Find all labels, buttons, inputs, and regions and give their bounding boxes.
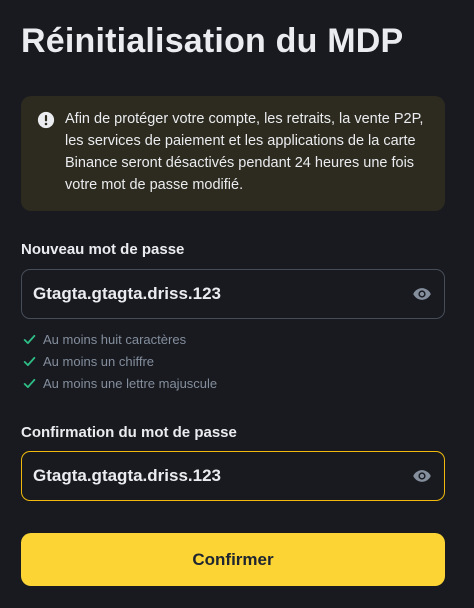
check-icon (23, 378, 36, 388)
requirement-text: Au moins huit caractères (43, 331, 187, 347)
confirm-button[interactable]: Confirmer (21, 533, 445, 586)
check-icon (23, 334, 36, 344)
new-password-label: Nouveau mot de passe (21, 241, 185, 258)
confirm-password-field[interactable] (21, 451, 445, 501)
confirm-password-label: Confirmation du mot de passe (21, 424, 237, 441)
exclamation-circle-icon (37, 111, 55, 129)
alert-text: Afin de protéger votre compte, les retra… (65, 111, 424, 193)
requirement-item: Au moins un chiffre (23, 350, 217, 372)
new-password-field[interactable] (21, 269, 445, 319)
confirm-password-input[interactable] (33, 452, 393, 500)
new-password-input[interactable] (33, 270, 393, 318)
requirement-text: Au moins une lettre majuscule (43, 375, 218, 391)
password-requirements: Au moins huit caractères Au moins un chi… (23, 328, 217, 394)
eye-icon[interactable] (412, 466, 432, 486)
requirement-text: Au moins un chiffre (43, 353, 155, 369)
reset-password-page: Réinitialisation du MDP Afin de protéger… (0, 0, 474, 608)
page-title: Réinitialisation du MDP (21, 22, 404, 60)
eye-icon[interactable] (412, 284, 432, 304)
check-icon (23, 356, 36, 366)
requirement-item: Au moins huit caractères (23, 328, 217, 350)
warning-alert: Afin de protéger votre compte, les retra… (21, 96, 445, 211)
requirement-item: Au moins une lettre majuscule (23, 372, 217, 394)
